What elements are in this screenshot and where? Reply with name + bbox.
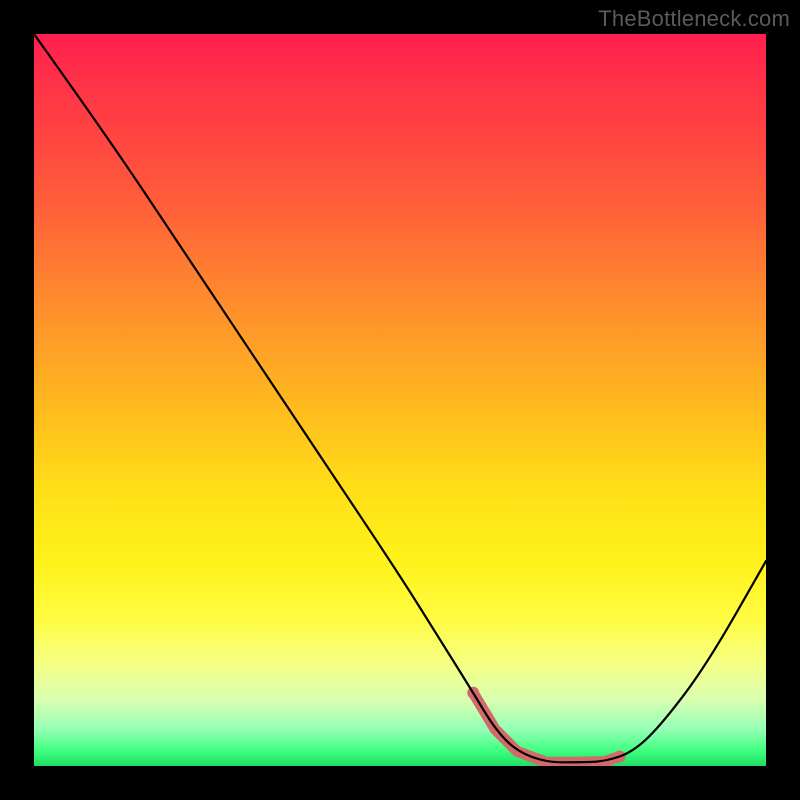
trough-highlight (467, 687, 625, 763)
curve-svg (34, 34, 766, 766)
watermark-text: TheBottleneck.com (598, 6, 790, 32)
plot-area (34, 34, 766, 766)
bottleneck-curve (34, 34, 766, 762)
chart-frame: TheBottleneck.com (0, 0, 800, 800)
